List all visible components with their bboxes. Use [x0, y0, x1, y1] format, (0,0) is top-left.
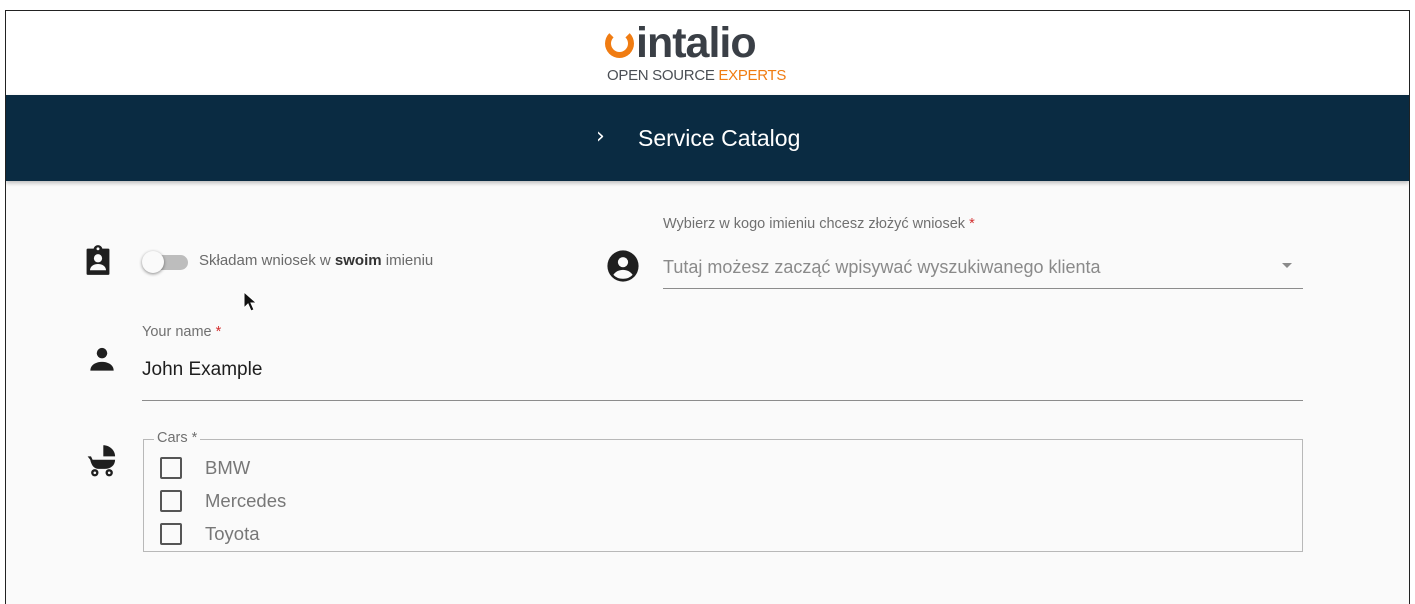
logo-tagline-plain: OPEN SOURCE	[607, 67, 719, 84]
checkbox-label[interactable]: Mercedes	[205, 490, 286, 512]
page-title[interactable]: Service Catalog	[638, 124, 800, 152]
account-circle-icon	[607, 250, 639, 282]
client-select-underline	[663, 288, 1303, 289]
logo-bar: intalio OPEN SOURCE EXPERTS	[6, 11, 1409, 95]
checkbox-box[interactable]	[160, 523, 182, 545]
checkbox-label[interactable]: Toyota	[205, 523, 260, 545]
toggle-knob[interactable]	[142, 251, 164, 273]
toggle-label-bold: swoim	[334, 252, 382, 269]
name-field-label-text: Your name	[142, 324, 212, 340]
required-mark: *	[215, 324, 222, 340]
your-name-input[interactable]: John Example	[142, 359, 1302, 381]
client-select-label: Wybierz w kogo imieniu chcesz złożyć wni…	[663, 216, 975, 232]
checkbox-box[interactable]	[160, 490, 182, 512]
logo-wordmark: intalio	[636, 19, 757, 67]
checkbox-label[interactable]: BMW	[205, 457, 250, 479]
checkbox-bmw[interactable]: BMW	[160, 456, 460, 480]
chevron-right-icon[interactable]: ›	[596, 125, 605, 149]
mouse-pointer-icon	[243, 291, 257, 312]
checkbox-mercedes[interactable]: Mercedes	[160, 489, 460, 513]
logo-tagline: OPEN SOURCE EXPERTS	[607, 67, 786, 84]
top-navbar: › Service Catalog	[6, 95, 1409, 181]
client-select-label-text: Wybierz w kogo imieniu chcesz złożyć wni…	[663, 216, 966, 232]
name-field-label: Your name *	[142, 324, 221, 340]
logo-ring-icon	[605, 29, 634, 58]
checkbox-box[interactable]	[160, 457, 182, 479]
app-window: intalio OPEN SOURCE EXPERTS › Service Ca…	[5, 10, 1410, 604]
cars-legend: Cars *	[154, 430, 201, 446]
name-field-underline	[142, 400, 1303, 401]
own-name-toggle-label: Składam wniosek w swoim imieniu	[199, 252, 433, 269]
own-name-toggle[interactable]	[142, 251, 188, 273]
toggle-label-prefix: Składam wniosek w	[199, 252, 335, 269]
toggle-label-suffix: imieniu	[381, 252, 434, 269]
clipboard-account-icon	[86, 245, 110, 275]
baby-carriage-icon	[87, 445, 116, 477]
checkbox-toyota[interactable]: Toyota	[160, 522, 460, 546]
logo-tagline-accent: EXPERTS	[718, 67, 787, 84]
person-icon	[90, 347, 114, 371]
caret-down-icon[interactable]	[1282, 263, 1292, 268]
client-search-input[interactable]: Tutaj możesz zacząć wpisywać wyszukiwane…	[663, 257, 1101, 278]
required-mark: *	[969, 216, 975, 232]
intalio-logo[interactable]: intalio OPEN SOURCE EXPERTS	[605, 19, 786, 87]
